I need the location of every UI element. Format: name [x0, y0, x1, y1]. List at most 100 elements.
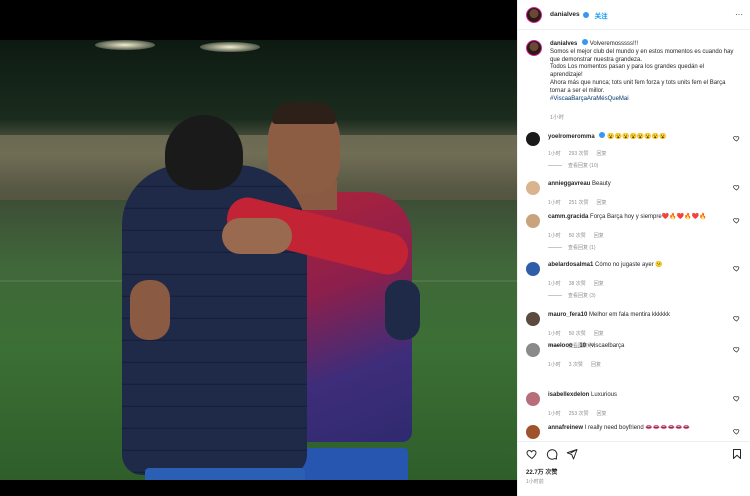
- caption-time: 1小时: [550, 115, 565, 121]
- post-actions: 22.7万 次赞 1小时前: [518, 441, 750, 496]
- follow-button[interactable]: 关注: [595, 10, 608, 20]
- reply-button[interactable]: 回复: [597, 150, 607, 157]
- view-replies-label: 查看回复 (10): [568, 163, 599, 169]
- comment-text: Beauty: [592, 181, 611, 187]
- comments-scroll-area[interactable]: danialves Volveremosssss!!! Somos el mej…: [518, 31, 750, 441]
- caption-line: Todos Los momentos pasan y para los gran…: [550, 64, 705, 79]
- comment-likes[interactable]: 253 次赞: [569, 410, 589, 417]
- comment-likes[interactable]: 3 次赞: [569, 361, 583, 368]
- commenter-username[interactable]: annafreinew: [548, 425, 583, 431]
- commenter-username[interactable]: maelooo__10: [548, 343, 586, 349]
- like-heart-icon[interactable]: [526, 448, 538, 460]
- commenter-avatar[interactable]: [526, 181, 540, 195]
- commenter-avatar[interactable]: [526, 132, 540, 146]
- comment-time: 1小时: [548, 331, 561, 337]
- header-username[interactable]: danialves: [550, 11, 580, 18]
- share-icon[interactable]: [566, 448, 578, 460]
- commenter-username[interactable]: abelardosalma1: [548, 262, 593, 268]
- commenter-username[interactable]: annieggavreau: [548, 181, 590, 187]
- comment-like-heart-icon[interactable]: [733, 265, 740, 272]
- commenter-avatar[interactable]: [526, 425, 540, 439]
- coat-person-head: [165, 115, 243, 190]
- avatar[interactable]: [526, 6, 542, 23]
- comment-time: 1小时: [548, 233, 561, 239]
- comment-likes[interactable]: 50 次赞: [569, 232, 586, 239]
- comment-time: 1小时: [548, 151, 561, 157]
- comment-like-heart-icon[interactable]: [733, 315, 740, 322]
- comment-text: I really need boyfriend 👄👄👄👄👄👄: [584, 425, 691, 431]
- verified-badge-icon: [582, 39, 589, 45]
- comment-time: 1小时: [548, 281, 561, 287]
- comment-text: Luxurious: [591, 392, 618, 398]
- verified-badge-icon: [582, 11, 589, 18]
- reply-button[interactable]: 回复: [597, 410, 607, 417]
- commenter-username[interactable]: mauro_fera10: [548, 312, 587, 318]
- comment-time: 1小时: [548, 362, 561, 368]
- view-replies-label: 查看回复 (3): [568, 293, 596, 299]
- verified-badge-icon: [599, 132, 606, 138]
- comment-item: camm.gracida Força Barça hoy y siempre❤️…: [526, 214, 744, 251]
- commenter-username[interactable]: camm.gracida: [548, 214, 588, 220]
- caption-line: Somos el mejor club del mundo y en estos…: [550, 48, 734, 63]
- replies-divider: [548, 247, 562, 248]
- comment-text: 😮😮😮😮😮😮😮😮: [607, 134, 667, 140]
- comment-like-heart-icon[interactable]: [733, 217, 740, 224]
- commenter-avatar[interactable]: [526, 262, 540, 276]
- comment-likes[interactable]: 293 次赞: [569, 150, 589, 157]
- instagram-post-window: danialves 关注 ··· danialves Volveremossss…: [0, 0, 750, 496]
- post-header: danialves 关注 ···: [518, 0, 750, 30]
- photo-image: [0, 40, 517, 480]
- comment-item: isabellexdelon Luxurious 1小时 253 次赞 回复: [526, 392, 744, 417]
- comment-icon[interactable]: [546, 448, 558, 460]
- stadium-light: [95, 40, 155, 50]
- reply-button[interactable]: 回复: [594, 232, 604, 239]
- comment-likes[interactable]: 50 次赞: [569, 330, 586, 337]
- comment-like-heart-icon[interactable]: [733, 428, 740, 435]
- comment-item: abelardosalma1 Cómo no jugaste ayer 😕 1小时…: [526, 262, 744, 299]
- post-caption: danialves Volveremosssss!!! Somos el mej…: [526, 39, 744, 103]
- caption-username[interactable]: danialves: [550, 41, 577, 47]
- comment-like-heart-icon[interactable]: [733, 184, 740, 191]
- coat-person-pants: [145, 468, 305, 480]
- post-side-panel: danialves 关注 ··· danialves Volveremossss…: [517, 0, 750, 496]
- player-shorts: [300, 448, 408, 480]
- reply-button[interactable]: 回复: [597, 199, 607, 206]
- commenter-username[interactable]: yoelromeromma: [548, 134, 595, 140]
- caption-hashtag[interactable]: #ViscaaBarçaAraMésQueMai: [550, 96, 629, 102]
- comment-like-heart-icon[interactable]: [733, 135, 740, 142]
- comment-item: yoelromeromma 😮😮😮😮😮😮😮😮 1小时 293 次赞 回复查看回复 (1…: [526, 132, 744, 169]
- player-tattooed-hand: [222, 218, 292, 254]
- comment-text: Cómo no jugaste ayer 😕: [595, 262, 663, 268]
- view-replies-button[interactable]: 查看回复 (1): [548, 244, 744, 251]
- comment-text: Força Barça hoy y siempre❤️🔥❤️🔥❤️🔥: [590, 214, 707, 220]
- reply-button[interactable]: 回复: [594, 280, 604, 287]
- stadium-light: [200, 42, 260, 52]
- comment-likes[interactable]: 38 次赞: [569, 280, 586, 287]
- more-options-icon[interactable]: ···: [735, 10, 743, 19]
- comment-like-heart-icon[interactable]: [733, 395, 740, 402]
- bookmark-icon[interactable]: [731, 448, 743, 460]
- commenter-avatar[interactable]: [526, 214, 540, 228]
- commenter-avatar[interactable]: [526, 312, 540, 326]
- view-replies-label: 查看回复 (1): [568, 245, 596, 251]
- view-replies-button[interactable]: 查看回复 (10): [548, 162, 744, 169]
- post-photo[interactable]: [0, 0, 517, 496]
- caption-line: Volveremosssss!!!: [589, 41, 639, 47]
- comment-text: Melhor em fala mentira kkkkkk: [589, 312, 671, 318]
- commenter-avatar[interactable]: [526, 343, 540, 357]
- comment-time: 1小时: [548, 411, 561, 417]
- caption-avatar[interactable]: [526, 40, 542, 56]
- view-replies-button[interactable]: 查看回复 (3): [548, 292, 744, 299]
- likes-count[interactable]: 22.7万 次赞: [526, 467, 557, 476]
- comment-likes[interactable]: 251 次赞: [569, 199, 589, 206]
- post-timestamp: 1小时前: [526, 479, 544, 485]
- player-hand: [130, 280, 170, 340]
- comment-item: annafreinew I really need boyfriend 👄👄👄👄…: [526, 425, 744, 439]
- comment-like-heart-icon[interactable]: [733, 346, 740, 353]
- reply-button[interactable]: 回复: [591, 361, 601, 368]
- coat-arm: [385, 280, 420, 340]
- commenter-username[interactable]: isabellexdelon: [548, 392, 589, 398]
- reply-button[interactable]: 回复: [594, 330, 604, 337]
- player-hair: [272, 102, 336, 124]
- commenter-avatar[interactable]: [526, 392, 540, 406]
